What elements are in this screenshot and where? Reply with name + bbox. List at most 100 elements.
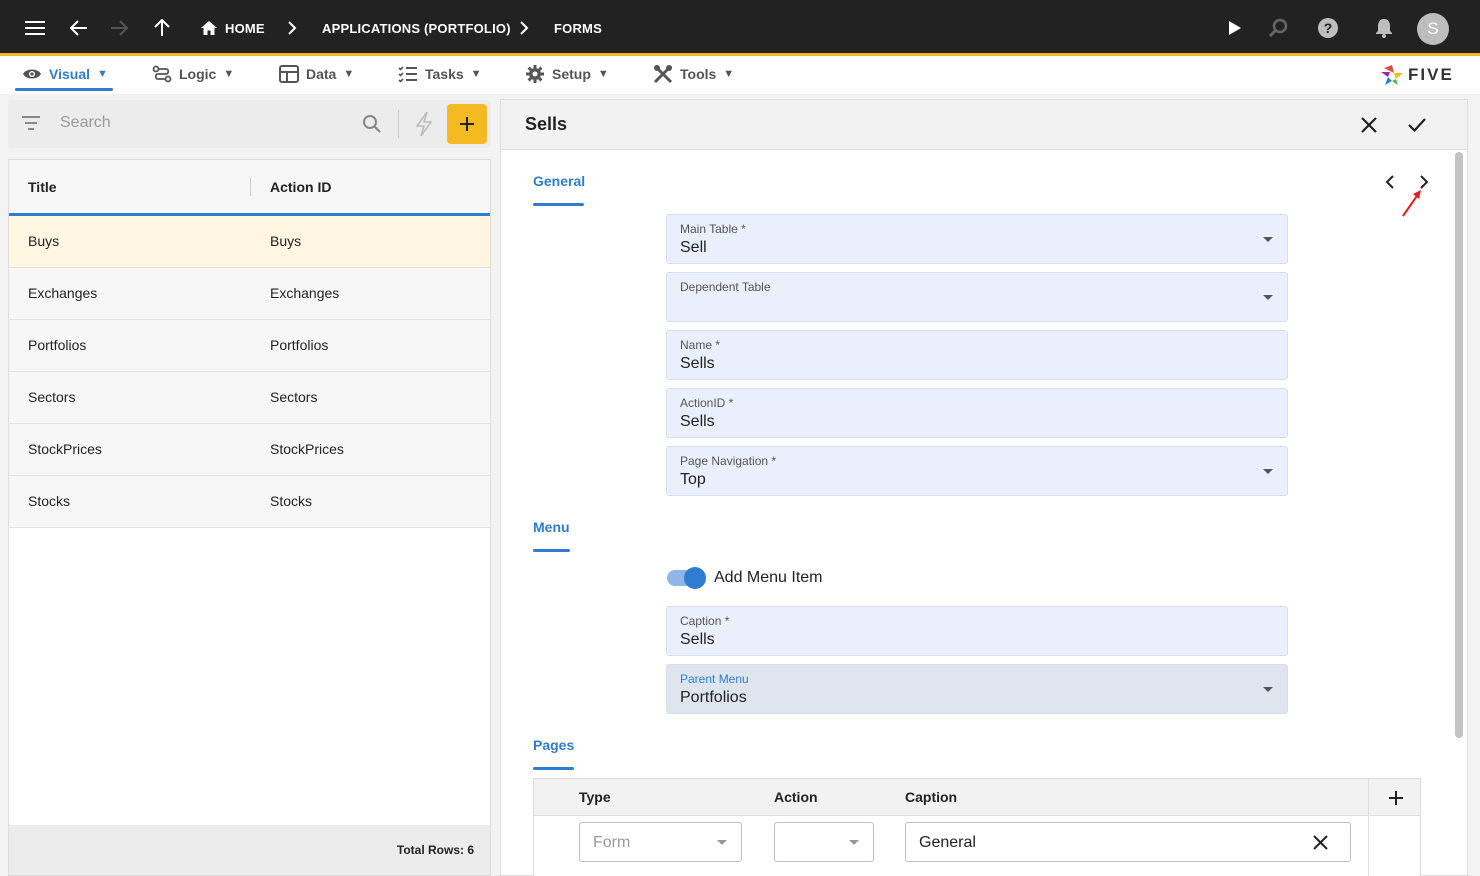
table-row[interactable]: Exchanges Exchanges	[9, 268, 490, 320]
column-header-title[interactable]: Title	[28, 179, 57, 195]
page-type-select[interactable]: Form	[579, 822, 742, 862]
add-page-icon[interactable]	[1388, 790, 1404, 806]
user-avatar[interactable]: S	[1417, 13, 1449, 45]
add-menu-item-label: Add Menu Item	[714, 569, 823, 586]
breadcrumb-home[interactable]: HOME	[225, 0, 265, 56]
section-menu[interactable]: Menu	[533, 519, 570, 535]
hamburger-menu-icon[interactable]	[17, 0, 53, 56]
cell-action-id: StockPrices	[270, 441, 344, 457]
dropdown-caret-icon: ▼	[97, 68, 108, 80]
up-arrow-icon[interactable]	[144, 0, 180, 56]
play-icon[interactable]	[1217, 0, 1253, 56]
debug-search-icon[interactable]	[1260, 0, 1296, 56]
dependent-table-select[interactable]: Dependent Table	[666, 272, 1288, 322]
breadcrumb-applications[interactable]: APPLICATIONS (PORTFOLIO)	[322, 0, 511, 56]
back-arrow-icon[interactable]	[61, 0, 97, 56]
caption-field[interactable]: Caption * Sells	[666, 606, 1288, 656]
page-navigation-select[interactable]: Page Navigation * Top	[666, 446, 1288, 496]
table-row[interactable]: Buys Buys	[9, 216, 490, 268]
page-action-select[interactable]	[774, 822, 874, 862]
page-caption-input[interactable]: General	[905, 822, 1351, 862]
field-label: Main Table *	[680, 222, 746, 236]
help-icon[interactable]: ?	[1310, 0, 1346, 56]
menu-tasks[interactable]: Tasks ▼	[398, 56, 482, 92]
cell-title: Portfolios	[28, 337, 87, 353]
menu-setup[interactable]: Setup ▼	[525, 56, 609, 92]
menu-visual-label: Visual	[49, 66, 90, 82]
previous-section-icon[interactable]	[1384, 175, 1396, 189]
cell-action-id: Portfolios	[270, 337, 329, 353]
field-label: Page Navigation *	[680, 454, 777, 468]
pages-table-header: Type Action Caption	[534, 779, 1420, 816]
field-value: Top	[680, 471, 706, 488]
main-menu-bar: Visual ▼ Logic ▼ Data ▼ Tasks ▼ Setup ▼ …	[0, 56, 1480, 94]
toggle-knob[interactable]	[684, 567, 706, 589]
menu-data-label: Data	[306, 66, 337, 82]
dropdown-arrow-icon	[1263, 237, 1273, 242]
form-scrollbar[interactable]	[1455, 152, 1463, 738]
main-table-select[interactable]: Main Table * Sell	[666, 214, 1288, 264]
clear-icon[interactable]	[1313, 835, 1328, 850]
menu-visual[interactable]: Visual ▼	[22, 56, 108, 92]
form-editor-panel: Sells General Main Table * Sell Dependen…	[500, 99, 1468, 876]
cell-action-id: Sectors	[270, 389, 318, 405]
table-row[interactable]: Stocks Stocks	[9, 476, 490, 528]
search-icon[interactable]	[362, 114, 382, 134]
pages-table: Type Action Caption Form General	[533, 778, 1421, 876]
dropdown-caret-icon: ▼	[223, 68, 235, 80]
action-id-field[interactable]: ActionID * Sells	[666, 388, 1288, 438]
cell-value: Form	[593, 834, 631, 851]
next-section-icon[interactable]	[1418, 175, 1430, 189]
save-button[interactable]	[1405, 113, 1429, 137]
cancel-button[interactable]	[1357, 113, 1381, 137]
name-field[interactable]: Name * Sells	[666, 330, 1288, 380]
gear-icon	[526, 65, 544, 83]
menu-logic-label: Logic	[179, 66, 217, 82]
lightning-icon[interactable]	[415, 111, 433, 137]
table-row[interactable]: StockPrices StockPrices	[9, 424, 490, 476]
chevron-right-icon	[274, 0, 310, 56]
column-divider	[250, 178, 251, 196]
home-icon[interactable]	[191, 0, 227, 56]
flow-icon	[152, 65, 172, 83]
cell-title: Sectors	[28, 389, 76, 405]
field-label: Name *	[680, 338, 721, 352]
column-header-action-id[interactable]: Action ID	[270, 179, 331, 195]
field-value: Sells	[680, 355, 715, 372]
column-header-type: Type	[579, 789, 611, 805]
breadcrumb-forms[interactable]: FORMS	[554, 0, 602, 56]
dropdown-arrow-icon	[1263, 687, 1273, 692]
section-underline	[533, 203, 584, 206]
cell-action-id: Exchanges	[270, 285, 340, 301]
divider	[398, 110, 399, 138]
menu-logic[interactable]: Logic ▼	[152, 56, 234, 92]
filter-icon[interactable]	[22, 116, 40, 130]
parent-menu-select[interactable]: Parent Menu Portfolios	[666, 664, 1288, 714]
tools-icon	[653, 64, 673, 84]
section-general[interactable]: General	[533, 173, 585, 189]
field-value: Portfolios	[680, 689, 747, 706]
dropdown-caret-icon: ▼	[597, 68, 609, 80]
menu-data[interactable]: Data ▼	[279, 56, 354, 92]
form-header: Sells	[501, 100, 1467, 150]
total-rows: Total Rows: 6	[396, 843, 474, 857]
table-row[interactable]: Sectors Sectors	[9, 372, 490, 424]
add-record-button[interactable]	[447, 104, 487, 144]
cell-title: Exchanges	[28, 285, 98, 301]
dropdown-arrow-icon	[1263, 295, 1273, 300]
bell-icon[interactable]	[1366, 0, 1402, 56]
menu-tools[interactable]: Tools ▼	[653, 56, 734, 92]
plus-icon	[460, 117, 474, 131]
dropdown-arrow-icon	[717, 840, 727, 845]
table-row[interactable]: Portfolios Portfolios	[9, 320, 490, 372]
menu-tasks-label: Tasks	[425, 66, 464, 82]
chevron-right-icon	[506, 0, 542, 56]
column-header-action: Action	[774, 789, 818, 805]
eye-icon	[23, 69, 41, 79]
cell-action-id: Stocks	[270, 493, 313, 509]
dropdown-caret-icon: ▼	[343, 68, 355, 80]
search-input[interactable]: Search	[60, 114, 111, 132]
section-pages[interactable]: Pages	[533, 737, 574, 753]
forms-list: Title Action ID Buys Buys Exchanges Exch…	[8, 159, 491, 876]
red-pointer-arrow-icon	[1402, 190, 1421, 217]
